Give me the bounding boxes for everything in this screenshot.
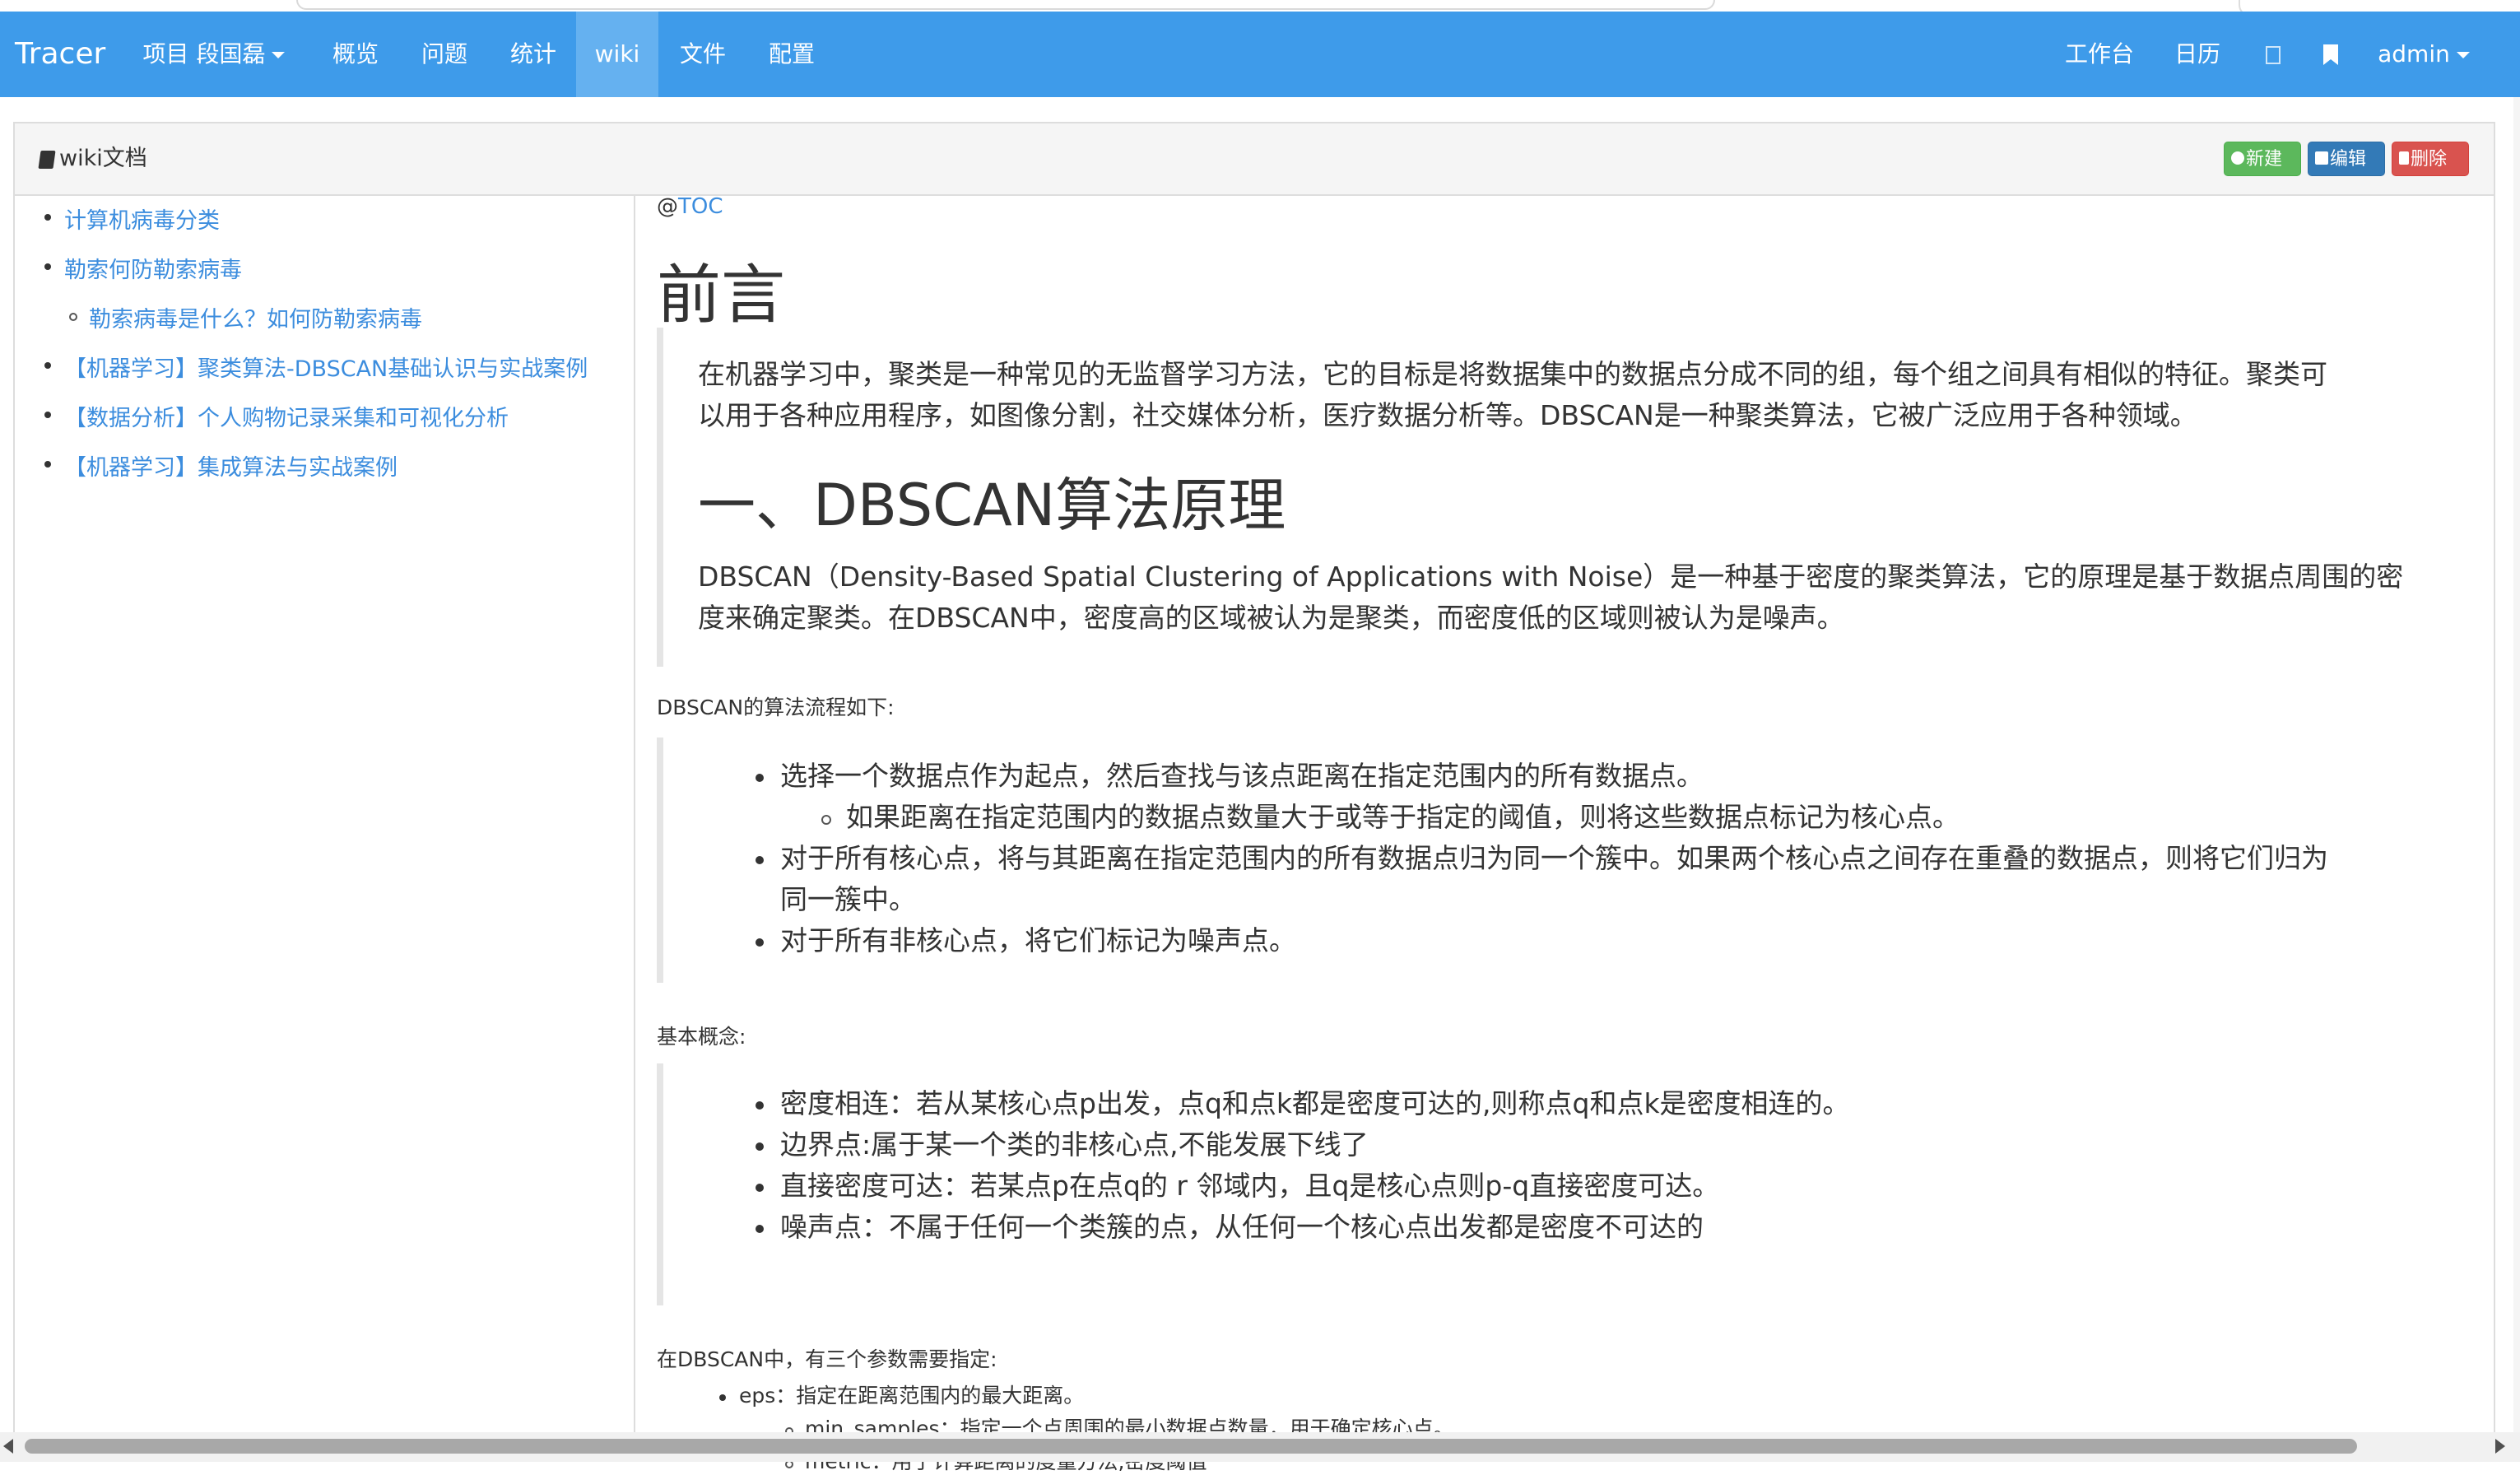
horizontal-scrollbar[interactable]: [0, 1432, 2520, 1462]
nav-calendar[interactable]: 日历: [2156, 12, 2239, 97]
bullet-icon: [44, 214, 51, 221]
nav-wiki[interactable]: wiki: [576, 12, 658, 97]
principle-text-line: DBSCAN（Density-Based Spatial Clustering …: [698, 561, 2404, 593]
bullet-icon: [756, 1225, 764, 1233]
param-name: eps: [739, 1384, 776, 1408]
user-name: admin: [2378, 40, 2450, 67]
wiki-tree-item[interactable]: 【机器学习】聚类算法-DBSCAN基础认识与实战案例: [44, 351, 588, 383]
wiki-tree-item[interactable]: 【数据分析】个人购物记录采集和可视化分析: [44, 400, 509, 432]
flow-step-continued: 同一簇中。: [780, 883, 916, 915]
heading-dbscan-principle: 一、DBSCAN算法原理: [698, 472, 1286, 539]
concept-item: 密度相连：若从某核心点p出发，点q和点k都是密度可达的,则称点q和点k是密度相连…: [780, 1087, 1850, 1119]
panel-title: wiki文档: [38, 123, 147, 194]
intro-text-line: 在机器学习中，聚类是一种常见的无监督学习方法，它的目标是将数据集中的数据点分成不…: [698, 358, 2327, 390]
wiki-tree-subitem[interactable]: 勒索病毒是什么？如何防勒索病毒: [69, 301, 422, 333]
wiki-tree-item-label: 计算机病毒分类: [64, 208, 220, 234]
bullet-icon: [44, 412, 51, 418]
intro-text-line: 以用于各种应用程序，如图像分割，社交媒体分析，医疗数据分析等。DBSCAN是一种…: [698, 399, 2197, 431]
chevron-down-icon: [2456, 52, 2470, 58]
flow-step: 选择一个数据点作为起点，然后查找与该点距离在指定范围内的所有数据点。: [780, 760, 1704, 792]
delete-button[interactable]: 删除: [2392, 142, 2469, 176]
scroll-right-arrow-icon[interactable]: [2495, 1439, 2505, 1454]
edit-button[interactable]: 编辑: [2308, 142, 2385, 176]
edit-button-label: 编辑: [2330, 149, 2367, 170]
concepts-title: 基本概念:: [657, 1025, 746, 1049]
wiki-panel: wiki文档 新建 编辑 删除 计算机病毒分类 勒索何防勒索病毒 勒索病毒是什么…: [13, 122, 2495, 1473]
bullet-icon: [44, 362, 51, 369]
bullet-icon: [756, 938, 764, 947]
bookmark-icon: [2323, 44, 2338, 65]
nav-user-dropdown[interactable]: admin: [2370, 12, 2477, 97]
nav-statistics[interactable]: 统计: [492, 12, 574, 97]
principle-text-line: 度来确定聚类。在DBSCAN中，密度高的区域被认为是聚类，而密度低的区域则被认为…: [698, 602, 1844, 634]
blockquote-bar: [657, 1063, 663, 1305]
nav-workbench[interactable]: 工作台: [2056, 12, 2143, 97]
nav-project-label: 项目 段国磊: [142, 40, 266, 67]
wiki-sidebar: 计算机病毒分类 勒索何防勒索病毒 勒索病毒是什么？如何防勒索病毒 【机器学习】聚…: [15, 194, 635, 1440]
param-desc: ：指定在距离范围内的最大距离。: [775, 1384, 1085, 1408]
edit-icon: [2315, 151, 2328, 165]
nav-notification[interactable]: [2257, 12, 2290, 97]
params-title: 在DBSCAN中，有三个参数需要指定:: [657, 1347, 997, 1371]
heading-preface: 前言: [657, 258, 786, 333]
plus-circle-icon: [2231, 151, 2244, 165]
bullet-icon: [756, 1142, 764, 1151]
bullet-icon: [756, 1184, 764, 1192]
top-navbar: Tracer 项目 段国磊 概览 问题 统计 wiki 文件 配置 工作台 日历…: [0, 12, 2520, 97]
new-button[interactable]: 新建: [2224, 142, 2301, 176]
delete-button-label: 删除: [2411, 149, 2448, 170]
address-bar-edge: [296, 0, 1715, 10]
wiki-tree-item-label: 勒索病毒是什么？如何防勒索病毒: [89, 307, 422, 333]
concept-item: 边界点:属于某一个类的非核心点,不能发展下线了: [780, 1128, 1369, 1161]
bullet-icon: [756, 774, 764, 782]
concept-item: 直接密度可达：若某点p在点q的 r 邻域内，且q是核心点则p-q直接密度可达。: [780, 1170, 1720, 1202]
toc-marker: @TOC: [657, 194, 723, 219]
scroll-left-arrow-icon[interactable]: [3, 1439, 13, 1454]
toc-prefix: @: [657, 194, 678, 219]
wiki-tree-item-label: 【机器学习】集成算法与实战案例: [64, 455, 398, 481]
bell-icon: [2266, 46, 2281, 64]
wiki-tree-item[interactable]: 勒索何防勒索病毒: [44, 252, 242, 284]
nav-overview[interactable]: 概览: [314, 12, 397, 97]
blockquote-bar: [657, 328, 663, 667]
param-item: eps：指定在距离范围内的最大距离。: [739, 1380, 1084, 1409]
panel-title-text: wiki文档: [59, 146, 147, 171]
nav-issues[interactable]: 问题: [403, 12, 486, 97]
wiki-tree-item[interactable]: 计算机病毒分类: [44, 202, 220, 235]
flow-substep: 如果距离在指定范围内的数据点数量大于或等于指定的阈值，则将这些数据点标记为核心点…: [846, 801, 1960, 833]
bullet-icon: [44, 461, 51, 468]
wiki-tree-item[interactable]: 【机器学习】集成算法与实战案例: [44, 449, 398, 482]
page-right-edge: [2513, 97, 2520, 1432]
concept-item: 噪声点：不属于任何一个类簇的点，从任何一个核心点出发都是密度不可达的: [780, 1211, 1704, 1243]
wiki-tree-item-label: 勒索何防勒索病毒: [64, 258, 242, 283]
wiki-tree-item-label: 【机器学习】聚类算法-DBSCAN基础认识与实战案例: [64, 356, 588, 382]
nav-bookmark[interactable]: [2314, 12, 2347, 97]
wiki-tree-item-label: 【数据分析】个人购物记录采集和可视化分析: [64, 406, 509, 431]
flow-step: 对于所有非核心点，将它们标记为噪声点。: [780, 924, 1296, 956]
bullet-icon: [44, 263, 51, 270]
brand-logo[interactable]: Tracer: [15, 12, 105, 97]
new-button-label: 新建: [2246, 149, 2283, 170]
trash-icon: [2399, 151, 2409, 165]
bullet-icon: [756, 1101, 764, 1110]
blockquote-bar: [657, 738, 663, 983]
nav-project-dropdown[interactable]: 项目 段国磊: [132, 12, 296, 97]
bullet-icon: [719, 1394, 726, 1401]
panel-heading: wiki文档 新建 编辑 删除: [15, 123, 2494, 196]
nav-files[interactable]: 文件: [662, 12, 744, 97]
toc-link[interactable]: TOC: [678, 194, 723, 219]
flow-title: DBSCAN的算法流程如下:: [657, 696, 895, 719]
nav-settings[interactable]: 配置: [751, 12, 833, 97]
chevron-down-icon: [272, 52, 286, 58]
book-icon: [38, 150, 56, 169]
circle-bullet-icon: [69, 313, 77, 321]
scrollbar-thumb[interactable]: [25, 1439, 2357, 1454]
circle-bullet-icon: [821, 815, 831, 825]
flow-step: 对于所有核心点，将与其距离在指定范围内的所有数据点归为同一个簇中。如果两个核心点…: [780, 842, 2328, 874]
bullet-icon: [756, 856, 764, 864]
